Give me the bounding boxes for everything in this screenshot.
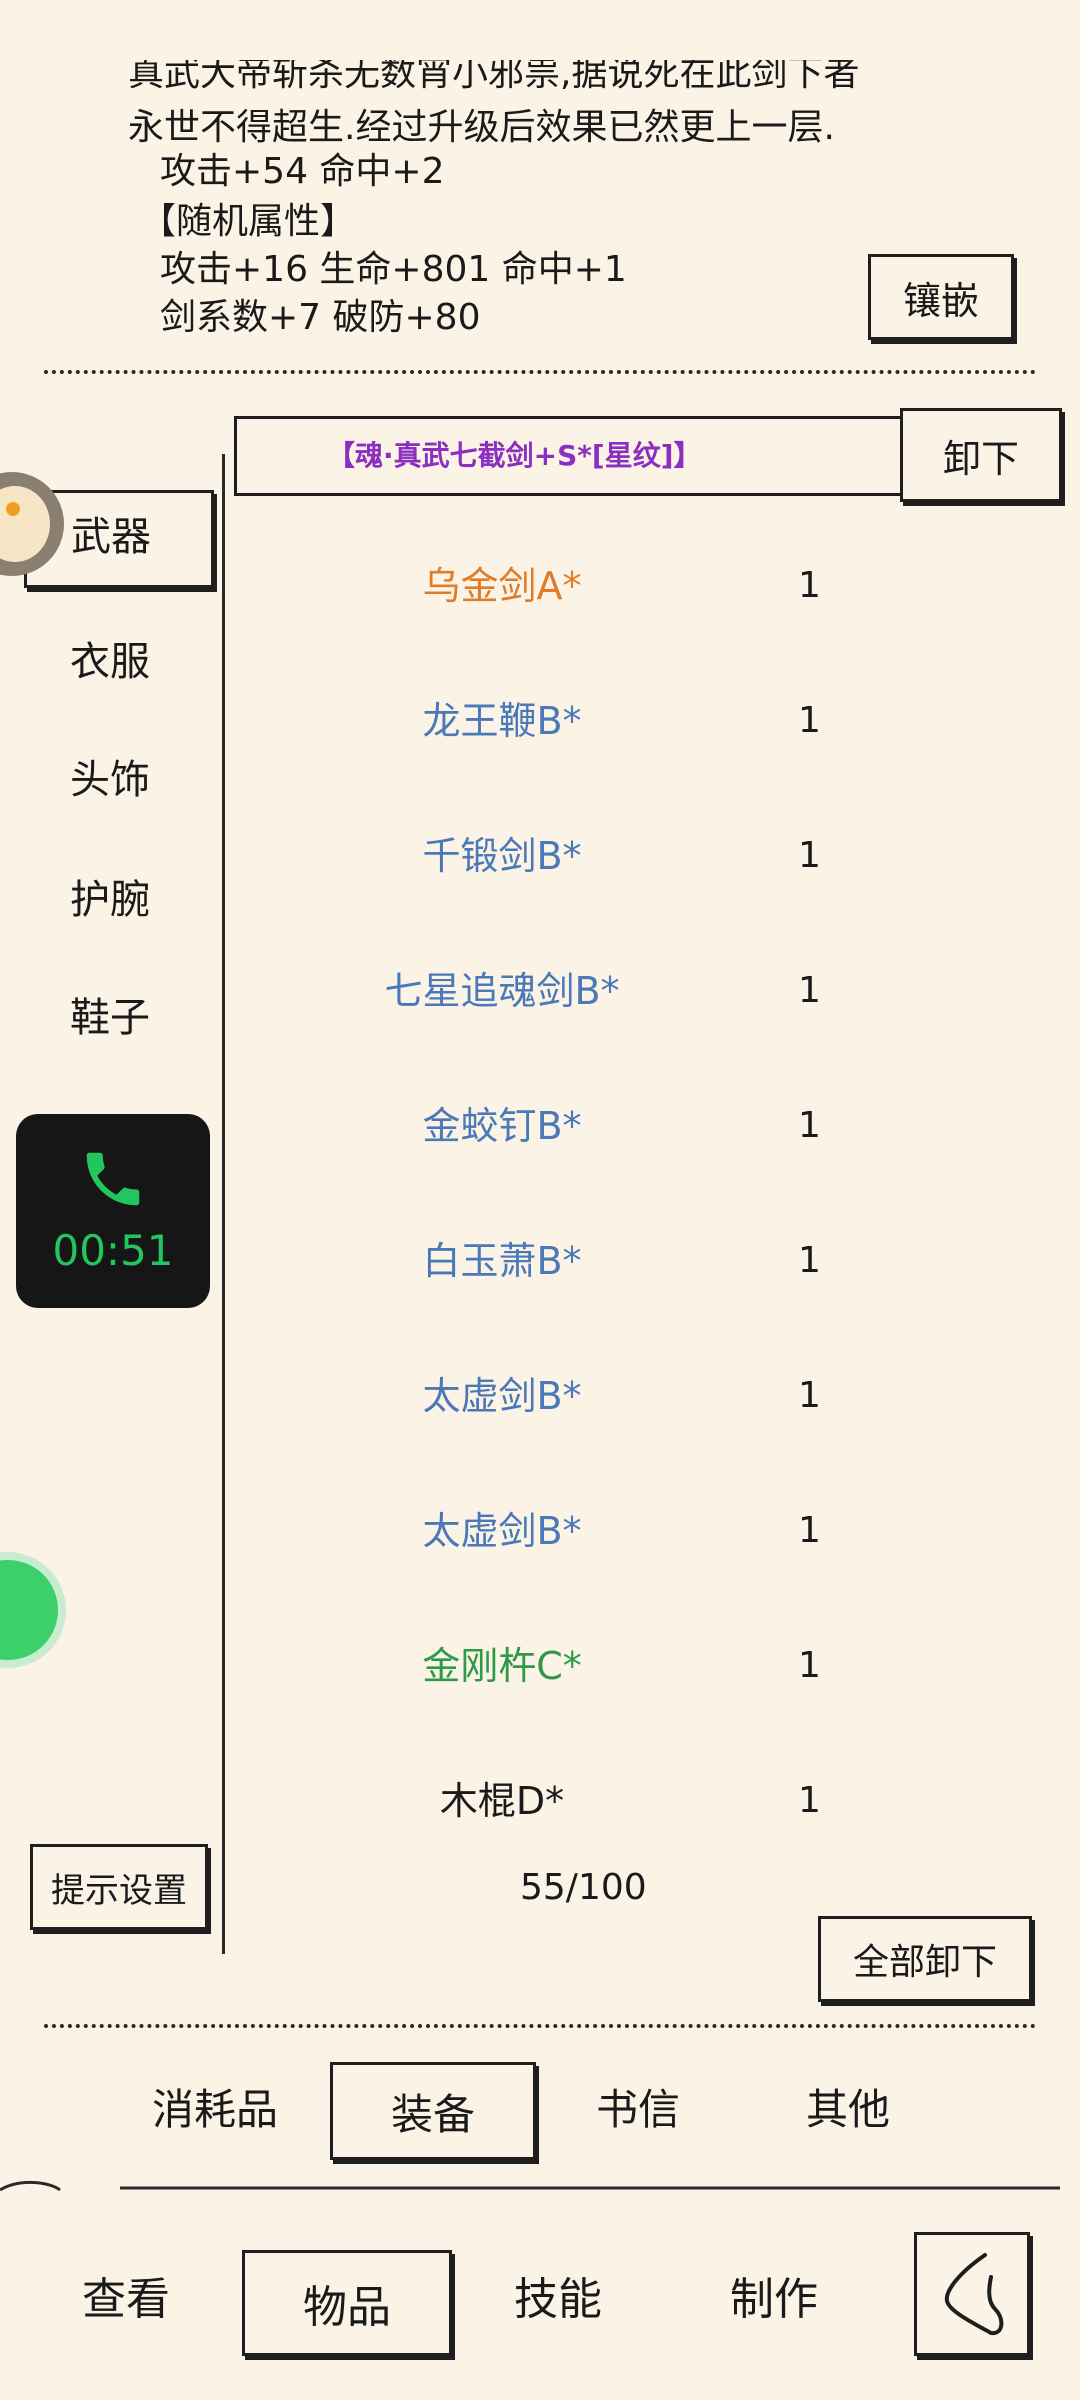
inventory-item[interactable]: 龙王鞭B* 1 <box>232 681 1072 761</box>
base-attributes: 攻击+54 命中+2 <box>160 151 445 192</box>
inventory-item-count: 1 <box>798 700 821 741</box>
inventory-item-name: 木棍D* <box>439 1779 565 1823</box>
item-description-line-2: 永世不得超生.经过升级后效果已然更上一层. <box>128 107 835 148</box>
inventory-item-count: 1 <box>798 1780 821 1821</box>
inventory-item-name: 千锻剑B* <box>422 834 582 878</box>
random-attributes-line-2: 剑系数+7 破防+80 <box>160 297 481 338</box>
inventory-item-count: 1 <box>798 970 821 1011</box>
inventory-item[interactable]: 太虚剑B* 1 <box>232 1491 1072 1571</box>
sidebar-divider <box>222 454 225 1954</box>
phone-icon <box>86 1152 140 1206</box>
inventory-item[interactable]: 乌金剑A* 1 <box>232 546 1072 626</box>
inventory-item-count: 1 <box>798 565 821 606</box>
nav-separator <box>0 2180 1060 2192</box>
inlay-button[interactable]: 镶嵌 <box>868 254 1014 340</box>
inventory-item[interactable]: 太虚剑B* 1 <box>232 1356 1072 1436</box>
unequip-button[interactable]: 卸下 <box>900 408 1062 502</box>
inventory-item-name: 七星追魂剑B* <box>384 969 620 1013</box>
inventory-item-name: 龙王鞭B* <box>422 699 582 743</box>
inventory-item[interactable]: 金蛟钉B* 1 <box>232 1086 1072 1166</box>
hint-settings-button[interactable]: 提示设置 <box>30 1844 208 1930</box>
inventory-item[interactable]: 白玉萧B* 1 <box>232 1221 1072 1301</box>
tab-letters[interactable]: 书信 <box>596 2080 680 2140</box>
inventory-item-count: 1 <box>798 1645 821 1686</box>
nav-items[interactable]: 物品 <box>242 2250 452 2356</box>
call-timer: 00:51 <box>52 1226 174 1275</box>
back-arrow-icon <box>944 2253 1004 2336</box>
avatar-face <box>0 486 50 562</box>
inventory-item[interactable]: 千锻剑B* 1 <box>232 816 1072 896</box>
nav-skills[interactable]: 技能 <box>514 2270 602 2330</box>
back-button[interactable] <box>914 2232 1030 2356</box>
tab-other[interactable]: 其他 <box>806 2080 890 2140</box>
random-attributes-header: 【随机属性】 <box>140 201 357 242</box>
sidebar-item-bracers[interactable]: 护腕 <box>70 872 150 928</box>
sidebar-item-headwear[interactable]: 头饰 <box>70 752 150 808</box>
item-description-line-1: 真武大帝斩杀无数宵小邪祟,据说死在此剑下者 <box>128 53 860 94</box>
inventory-item-count: 1 <box>798 1240 821 1281</box>
inventory-item[interactable]: 金刚杵C* 1 <box>232 1626 1072 1706</box>
inventory-item-count: 1 <box>798 1105 821 1146</box>
equipped-item-bar: 【魂·真武七截剑+S*[星纹]】 <box>234 416 930 496</box>
inventory-item-name: 金蛟钉B* <box>422 1104 582 1148</box>
divider-top <box>44 370 1036 374</box>
inventory-item[interactable]: 木棍D* 1 <box>232 1761 1072 1841</box>
avatar-eye <box>6 502 20 516</box>
call-overlay[interactable]: 00:51 <box>16 1114 210 1308</box>
nav-crafting[interactable]: 制作 <box>730 2270 818 2330</box>
inventory-item-name: 太虚剑B* <box>422 1509 582 1553</box>
sidebar-item-shoes[interactable]: 鞋子 <box>70 990 150 1046</box>
unequip-all-button[interactable]: 全部卸下 <box>818 1916 1032 2002</box>
inventory-item-count: 1 <box>798 1510 821 1551</box>
inventory-capacity: 55/100 <box>520 1867 647 1908</box>
floating-badge[interactable] <box>0 1552 66 1668</box>
inventory-item-name: 太虚剑B* <box>422 1374 582 1418</box>
inventory-item-name: 乌金剑A* <box>422 564 582 608</box>
tab-equipment[interactable]: 装备 <box>330 2062 536 2160</box>
sidebar-item-clothes[interactable]: 衣服 <box>70 634 150 690</box>
inventory-item[interactable]: 七星追魂剑B* 1 <box>232 951 1072 1031</box>
sidebar-item-label: 武器 <box>71 514 151 560</box>
tab-consumables[interactable]: 消耗品 <box>152 2080 278 2140</box>
inventory-item-name: 金刚杵C* <box>422 1644 582 1688</box>
divider-bottom <box>44 2024 1036 2028</box>
floating-badge-inner <box>0 1560 58 1660</box>
inventory-item-count: 1 <box>798 1375 821 1416</box>
random-attributes-line-1: 攻击+16 生命+801 命中+1 <box>160 249 627 290</box>
equipped-item-name: 【魂·真武七截剑+S*[星纹]】 <box>327 439 702 472</box>
inventory-item-name: 白玉萧B* <box>422 1239 582 1283</box>
nav-view[interactable]: 查看 <box>82 2270 170 2330</box>
inventory-item-count: 1 <box>798 835 821 876</box>
